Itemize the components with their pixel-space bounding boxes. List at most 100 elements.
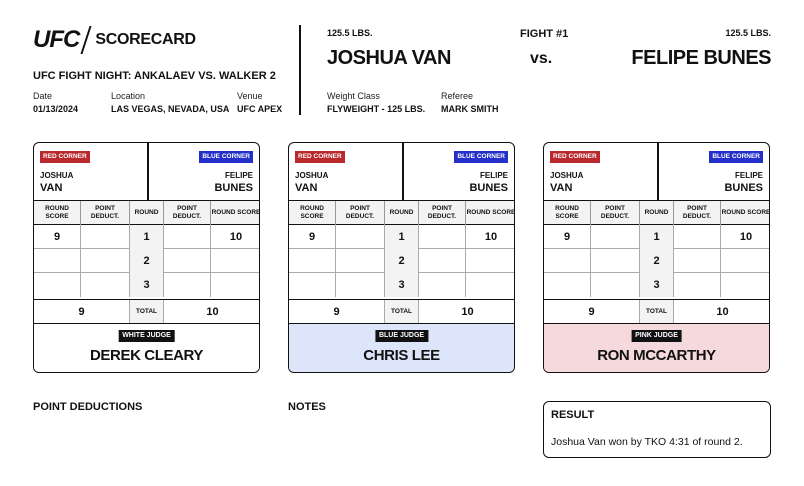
score-row: 9 1 10 (544, 225, 769, 249)
scorecard: RED CORNER BLUE CORNER JOSHUA VAN FELIPE BUNE… (543, 142, 770, 373)
blue-fighter-last: BUNES (724, 182, 763, 194)
blue-round-score (211, 249, 259, 273)
result-text: Joshua Van won by TKO 4:31 of round 2. (551, 436, 743, 448)
venue-value: UFC APEX (237, 104, 283, 114)
score-row: 3 (289, 273, 514, 297)
blue-round-score (211, 273, 259, 297)
red-corner-badge: RED CORNER (550, 151, 600, 163)
blue-fighter-first: FELIPE (224, 171, 253, 180)
blue-point-deduct (164, 249, 211, 273)
blue-fighter-name: FELIPE BUNES (631, 47, 771, 69)
judge-tag: WHITE JUDGE (118, 330, 175, 342)
red-round-score (34, 273, 81, 297)
judge-section: BLUE JUDGE CHRIS LEE (289, 324, 514, 372)
blue-round-score (466, 249, 514, 273)
red-point-deduct (81, 225, 130, 249)
red-point-deduct (591, 225, 640, 249)
blue-round-score: 10 (229, 231, 243, 243)
red-point-deduct-header: POINT DEDUCT. (336, 201, 385, 225)
blue-fighter: FELIPE BUNES (214, 170, 253, 194)
total-row: 9 TOTAL 10 (544, 299, 769, 324)
red-point-deduct-header: POINT DEDUCT. (81, 201, 130, 225)
round-header: ROUND (130, 201, 164, 225)
corner-header: RED CORNER BLUE CORNER JOSHUA VAN FELIPE BUNE… (34, 143, 259, 201)
red-round-score-header: ROUND SCORE (289, 201, 336, 225)
red-round-score (289, 249, 336, 273)
score-row: 2 (289, 249, 514, 273)
round-number: 2 (130, 249, 164, 273)
total-row: 9 TOTAL 10 (34, 299, 259, 324)
red-point-deduct (591, 273, 640, 297)
round-number: 1 (130, 225, 164, 249)
date-value: 01/13/2024 (33, 104, 79, 114)
total-row: 9 TOTAL 10 (289, 299, 514, 324)
round-number: 3 (640, 273, 674, 297)
red-point-deduct (336, 273, 385, 297)
blue-weight: 125.5 LBS. (725, 28, 771, 38)
red-total: 9 (34, 300, 130, 323)
red-point-deduct-header: POINT DEDUCT. (591, 201, 640, 225)
red-round-score: 9 (289, 225, 336, 249)
score-header-row: ROUND SCORE POINT DEDUCT. ROUND POINT DEDUC… (544, 201, 769, 225)
blue-round-score-header: ROUND SCORE (721, 209, 770, 216)
corner-divider (147, 143, 149, 201)
blue-fighter-first: FELIPE (734, 171, 763, 180)
blue-round-score (466, 273, 514, 297)
weight-class-label: Weight Class (327, 91, 380, 101)
blue-point-deduct-header: POINT DEDUCT. (164, 201, 211, 225)
judge-section: PINK JUDGE RON MCCARTHY (544, 324, 769, 372)
red-point-deduct (591, 249, 640, 273)
round-header: ROUND (385, 201, 419, 225)
location-label: Location (111, 91, 146, 101)
logo-divider (80, 26, 92, 54)
red-weight: 125.5 LBS. (327, 28, 373, 38)
notes-title: NOTES (288, 401, 326, 413)
judge-name: DEREK CLEARY (90, 347, 203, 364)
scorecard: RED CORNER BLUE CORNER JOSHUA VAN FELIPE BUNE… (288, 142, 515, 373)
total-label: TOTAL (385, 300, 419, 323)
header-divider (299, 25, 301, 115)
red-fighter-last: VAN (550, 182, 573, 194)
score-row: 3 (34, 273, 259, 297)
blue-corner-badge: BLUE CORNER (454, 151, 508, 163)
red-fighter: JOSHUA VAN (550, 170, 583, 194)
red-fighter-name: JOSHUA VAN (327, 47, 451, 69)
red-fighter: JOSHUA VAN (295, 170, 328, 194)
score-row: 2 (544, 249, 769, 273)
score-header-row: ROUND SCORE POINT DEDUCT. ROUND POINT DEDUC… (289, 201, 514, 225)
red-round-score (289, 273, 336, 297)
red-round-score (34, 249, 81, 273)
judge-tag: PINK JUDGE (631, 330, 682, 342)
point-deductions-title: POINT DEDUCTIONS (33, 401, 143, 413)
doc-title: SCORECARD (95, 31, 196, 48)
round-number: 1 (385, 225, 419, 249)
referee-label: Referee (441, 91, 474, 101)
blue-point-deduct (419, 225, 466, 249)
red-fighter: JOSHUA VAN (40, 170, 73, 194)
location-value: LAS VEGAS, NEVADA, USA (111, 104, 230, 114)
blue-round-score (721, 273, 769, 297)
blue-round-score-header: ROUND SCORE (466, 209, 515, 216)
date-label: Date (33, 91, 53, 101)
round-number: 1 (640, 225, 674, 249)
blue-fighter-first: FELIPE (479, 171, 508, 180)
blue-point-deduct (674, 225, 721, 249)
judge-name: CHRIS LEE (363, 347, 440, 364)
weight-class-value: FLYWEIGHT - 125 LBS. (327, 104, 426, 114)
round-number: 2 (385, 249, 419, 273)
blue-point-deduct-header: POINT DEDUCT. (419, 201, 466, 225)
red-point-deduct (336, 225, 385, 249)
blue-point-deduct (419, 249, 466, 273)
blue-point-deduct (164, 273, 211, 297)
red-total: 9 (289, 300, 385, 323)
score-row: 9 1 10 (34, 225, 259, 249)
blue-total: 10 (461, 305, 474, 318)
red-point-deduct (81, 273, 130, 297)
red-fighter-last: VAN (295, 182, 318, 194)
red-round-score-header: ROUND SCORE (34, 201, 81, 225)
blue-round-score: 10 (484, 231, 498, 243)
corner-divider (657, 143, 659, 201)
round-number: 3 (385, 273, 419, 297)
score-header-row: ROUND SCORE POINT DEDUCT. ROUND POINT DEDUC… (34, 201, 259, 225)
red-round-score: 9 (34, 225, 81, 249)
